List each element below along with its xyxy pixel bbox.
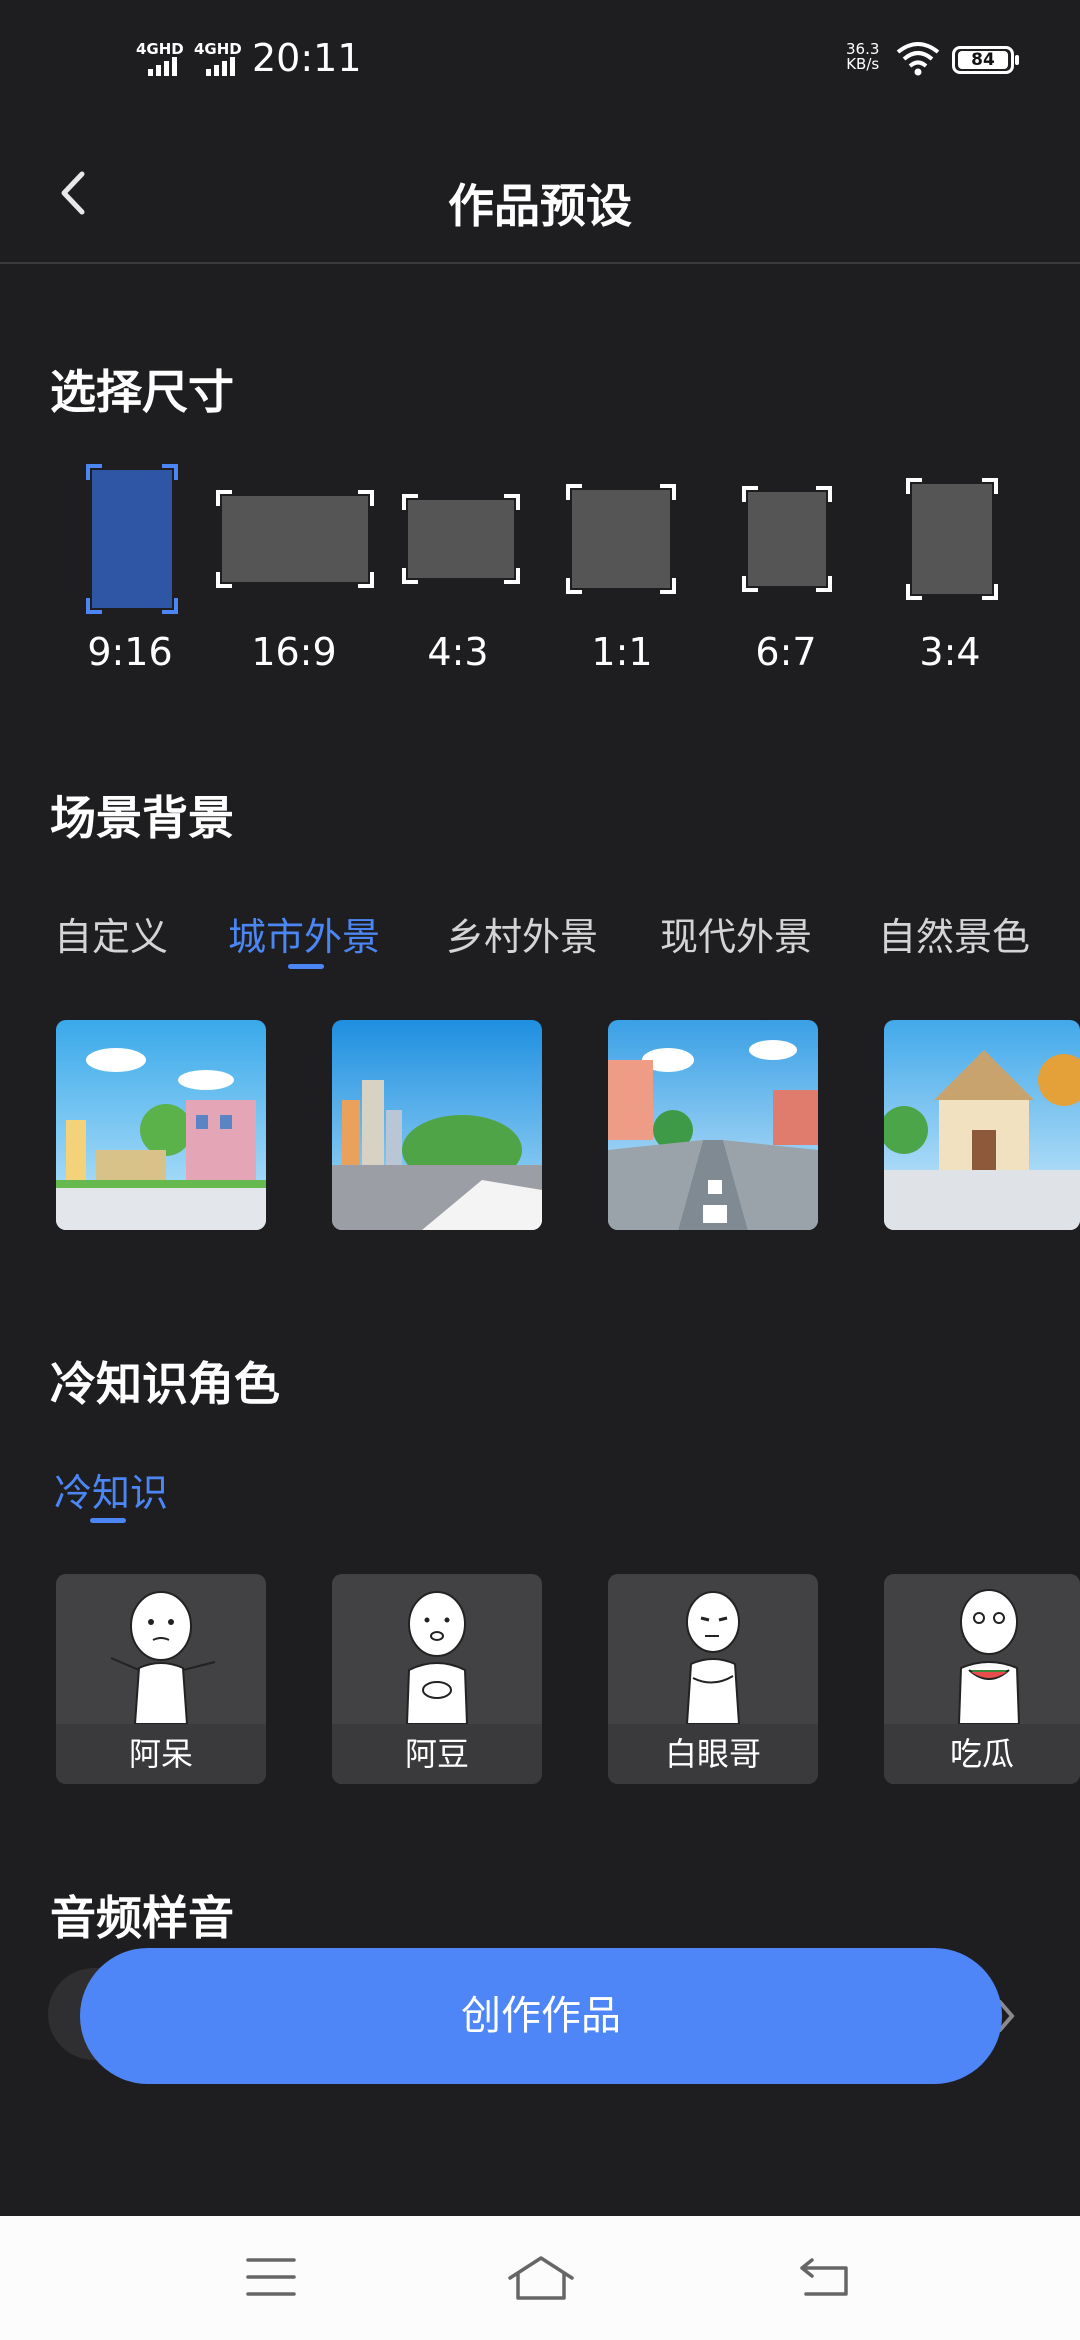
scene-thumbnail[interactable] xyxy=(608,1020,818,1230)
audio-section-title: 音频样音 xyxy=(50,1891,234,1945)
clock: 20:11 xyxy=(252,36,362,80)
character-avatar xyxy=(957,1589,1021,1724)
character-avatar xyxy=(685,1591,741,1724)
character-avatar xyxy=(405,1591,469,1724)
character-name: 吃瓜 xyxy=(884,1724,1080,1784)
network-type-2: 4GHD xyxy=(194,40,242,58)
active-tab-indicator xyxy=(288,964,324,969)
tab-rural-outdoor[interactable]: 乡村外景 xyxy=(446,906,598,961)
character-card[interactable]: 阿呆 xyxy=(56,1574,266,1784)
size-option-9-16[interactable] xyxy=(86,464,178,614)
size-label-6-7[interactable]: 6:7 xyxy=(726,630,846,674)
character-name: 阿豆 xyxy=(332,1724,542,1784)
active-tab-indicator xyxy=(90,1518,126,1523)
tab-trivia[interactable]: 冷知识 xyxy=(54,1462,168,1517)
cellular-signal-icon: 4GHD xyxy=(194,40,244,76)
back-icon[interactable] xyxy=(796,2254,854,2300)
size-label-9-16[interactable]: 9:16 xyxy=(70,630,190,674)
scene-section-title: 场景背景 xyxy=(50,791,234,845)
battery-icon: 84 xyxy=(952,46,1019,74)
character-name: 阿呆 xyxy=(56,1724,266,1784)
character-card[interactable]: 白眼哥 xyxy=(608,1574,818,1784)
size-section-title: 选择尺寸 xyxy=(50,365,234,419)
size-option-16-9[interactable] xyxy=(216,490,374,588)
size-label-16-9[interactable]: 16:9 xyxy=(234,630,354,674)
character-section-title: 冷知识角色 xyxy=(50,1357,280,1411)
network-speed: 36.3 KB/s xyxy=(846,42,879,72)
size-label-4-3[interactable]: 4:3 xyxy=(398,630,518,674)
character-card[interactable]: 吃瓜 xyxy=(884,1574,1080,1784)
size-label-3-4[interactable]: 3:4 xyxy=(890,630,1010,674)
tab-city-outdoor[interactable]: 城市外景 xyxy=(228,906,380,961)
battery-level: 84 xyxy=(958,51,1008,69)
size-option-3-4[interactable] xyxy=(906,478,998,600)
character-avatar xyxy=(110,1591,216,1724)
character-name: 白眼哥 xyxy=(608,1724,818,1784)
size-label-1-1[interactable]: 1:1 xyxy=(562,630,682,674)
tab-custom[interactable]: 自定义 xyxy=(54,906,168,961)
character-card[interactable]: 阿豆 xyxy=(332,1574,542,1784)
home-icon[interactable] xyxy=(506,2254,576,2302)
wifi-icon xyxy=(896,42,940,76)
scene-thumbnail[interactable] xyxy=(56,1020,266,1230)
tab-modern-outdoor[interactable]: 现代外景 xyxy=(660,906,812,961)
speed-unit: KB/s xyxy=(846,55,880,73)
page-title: 作品预设 xyxy=(448,179,632,233)
size-option-6-7[interactable] xyxy=(742,486,832,592)
cellular-signal-icon: 4GHD xyxy=(136,40,186,76)
tab-nature-scenery[interactable]: 自然景色 xyxy=(878,906,1030,961)
size-option-4-3[interactable] xyxy=(402,494,520,584)
scene-thumbnail[interactable] xyxy=(884,1020,1080,1230)
network-type-1: 4GHD xyxy=(136,40,184,58)
system-nav-bar xyxy=(0,2216,1080,2340)
header: 作品预设 xyxy=(0,120,1080,264)
create-work-button[interactable]: 创作作品 xyxy=(80,1948,1002,2084)
menu-icon[interactable] xyxy=(244,2254,298,2300)
status-bar: 4GHD 4GHD 20:11 36.3 KB/s 84 xyxy=(0,0,1080,120)
scene-thumbnail[interactable] xyxy=(332,1020,542,1230)
size-option-1-1[interactable] xyxy=(566,484,676,594)
